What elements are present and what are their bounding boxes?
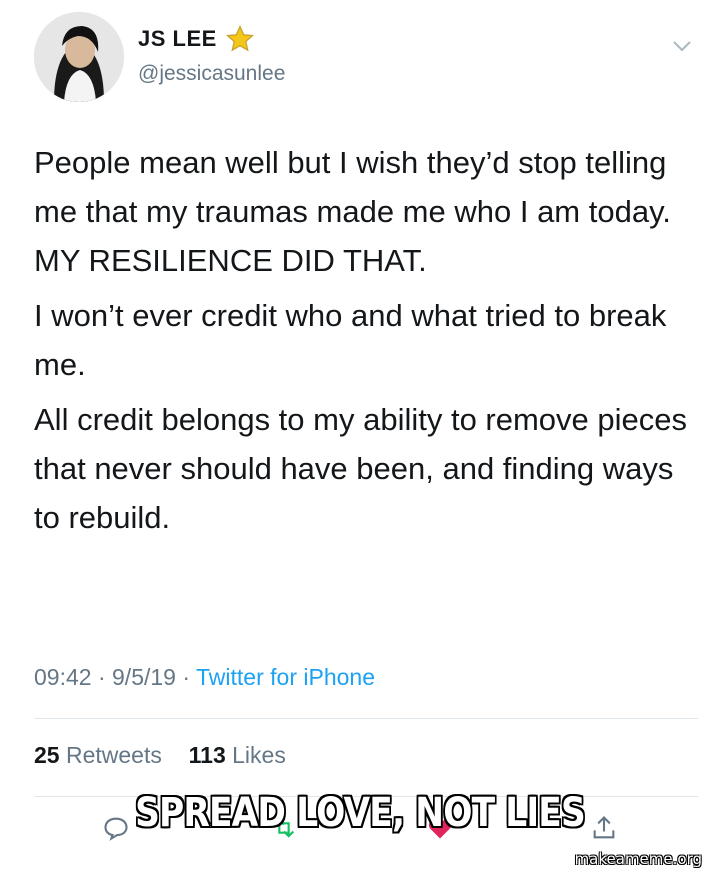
tweet-paragraph: All credit belongs to my ability to remo… (34, 402, 688, 535)
meta-separator: · (97, 664, 106, 690)
likes-label[interactable]: Likes (232, 742, 286, 768)
display-name[interactable]: JS LEE (138, 26, 217, 52)
meme-caption: SPREAD LOVE, NOT LIES (135, 790, 586, 836)
avatar-photo (34, 12, 124, 102)
watermark: makeameme.org (574, 850, 702, 868)
tweet-source-link[interactable]: Twitter for iPhone (196, 664, 375, 690)
tweet-paragraph: I won’t ever credit who and what tried t… (34, 298, 667, 382)
tweet-text: People mean well but I wish they’d stop … (34, 138, 694, 548)
retweets-label[interactable]: Retweets (66, 742, 162, 768)
meta-separator: · (182, 664, 191, 690)
handle[interactable]: @jessicasunlee (138, 62, 285, 86)
star-icon (225, 24, 254, 52)
tweet-stats: 25 Retweets 113 Likes (34, 742, 286, 769)
name-row: JS LEE (138, 24, 255, 54)
avatar[interactable] (34, 12, 124, 102)
divider (34, 718, 698, 719)
tweet-header: JS LEE @jessicasunlee (34, 12, 694, 112)
tweet-time: 09:42 (34, 664, 92, 690)
likes-count[interactable]: 113 (189, 742, 226, 768)
tweet-date: 9/5/19 (112, 664, 176, 690)
retweets-count[interactable]: 25 (34, 742, 60, 768)
tweet-meta: 09:42 · 9/5/19 · Twitter for iPhone (34, 664, 375, 691)
chevron-down-icon[interactable] (670, 34, 694, 58)
tweet-paragraph: People mean well but I wish they’d stop … (34, 145, 671, 278)
